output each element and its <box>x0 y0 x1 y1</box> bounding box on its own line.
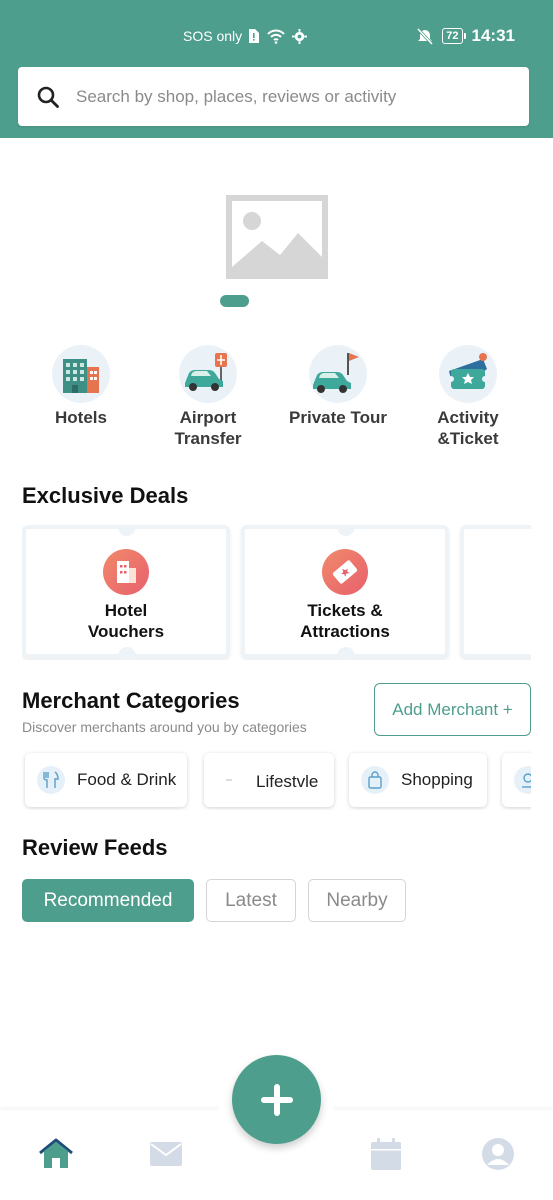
ticket-attraction-icon <box>322 549 368 595</box>
category-label: Shopping <box>401 770 473 789</box>
exclusive-deals-title: Exclusive Deals <box>22 483 189 508</box>
tab-nearby[interactable]: Nearby <box>308 879 406 922</box>
profile-icon <box>482 1138 514 1170</box>
location-pin-icon <box>514 766 531 794</box>
search-icon <box>37 86 59 108</box>
settings-gear-icon <box>292 28 308 44</box>
deal-label: Tickets & Attractions <box>300 601 390 641</box>
category-label: Lifestvle <box>256 772 319 791</box>
category-shopping[interactable]: Shopping <box>349 753 487 807</box>
hotel-building-icon <box>52 345 110 403</box>
merchant-categories-title: Merchant Categories <box>22 688 240 713</box>
add-icon <box>260 1083 293 1116</box>
service-hotels[interactable]: Hotels <box>16 345 146 428</box>
tab-latest[interactable]: Latest <box>206 879 296 922</box>
airport-car-icon <box>179 345 237 403</box>
status-center: SOS only <box>183 28 308 44</box>
fork-knife-icon <box>37 766 65 794</box>
hotel-voucher-icon <box>103 549 149 595</box>
service-airport-transfer[interactable]: Airport Transfer <box>143 345 273 449</box>
nav-profile[interactable] <box>480 1136 516 1172</box>
mail-icon <box>150 1142 182 1166</box>
lifestyle-icon <box>216 766 244 794</box>
deal-label: Hotel Vouchers <box>87 601 165 641</box>
service-label: Activity &Ticket <box>437 408 499 448</box>
deal-card-hotel-vouchers[interactable]: Hotel Vouchers <box>22 525 230 660</box>
app-header: SOS only 72 14:31 <box>0 0 553 138</box>
service-label: Airport Transfer <box>174 408 242 448</box>
category-food-drink[interactable]: Food & Drink <box>25 753 187 807</box>
service-label: Private Tour <box>289 408 387 427</box>
calendar-icon <box>371 1138 401 1170</box>
sim-icon <box>249 29 260 43</box>
nav-calendar[interactable] <box>368 1136 404 1172</box>
banner-pagination-dot <box>220 295 249 307</box>
category-lifestyle[interactable]: Lifestvle <box>204 753 334 807</box>
services-row: Hotels Airport Transfer Private Tour Act… <box>0 345 553 455</box>
mute-bell-icon <box>417 27 434 45</box>
deal-card-partial[interactable] <box>460 525 531 658</box>
search-input[interactable] <box>76 86 516 107</box>
status-right: 72 14:31 <box>417 26 515 46</box>
add-merchant-button[interactable]: Add Merchant + <box>374 683 531 736</box>
tab-recommended[interactable]: Recommended <box>22 879 194 922</box>
status-bar: SOS only 72 14:31 <box>0 0 553 74</box>
review-feed-tabs: Recommended Latest Nearby <box>22 879 406 922</box>
wifi-icon <box>267 29 285 44</box>
tour-car-flag-icon <box>309 345 367 403</box>
exclusive-deals-carousel[interactable]: Hotel Vouchers Tickets & Attractions <box>22 525 531 660</box>
carrier-label: SOS only <box>183 28 243 44</box>
review-feeds-title: Review Feeds <box>22 835 168 860</box>
category-label: Food & Drink <box>77 770 177 789</box>
service-private-tour[interactable]: Private Tour <box>273 345 403 428</box>
service-activity-ticket[interactable]: Activity &Ticket <box>403 345 533 449</box>
category-partial[interactable] <box>502 753 531 807</box>
nav-messages[interactable] <box>148 1136 184 1172</box>
merchant-categories-carousel[interactable]: Food & Drink Lifestvle Shopping <box>22 750 531 810</box>
search-bar[interactable] <box>18 67 529 126</box>
service-label: Hotels <box>55 408 107 427</box>
nav-home[interactable] <box>38 1136 74 1172</box>
battery-indicator: 72 <box>442 28 466 44</box>
home-icon <box>39 1138 73 1168</box>
deal-card-tickets-attractions[interactable]: Tickets & Attractions <box>241 525 449 660</box>
shopping-bag-icon <box>361 766 389 794</box>
banner-image-placeholder-icon[interactable] <box>226 195 328 279</box>
ticket-icon <box>439 345 497 403</box>
add-post-button[interactable] <box>232 1055 321 1144</box>
clock: 14:31 <box>471 26 515 45</box>
merchant-categories-subtitle: Discover merchants around you by categor… <box>22 719 307 735</box>
